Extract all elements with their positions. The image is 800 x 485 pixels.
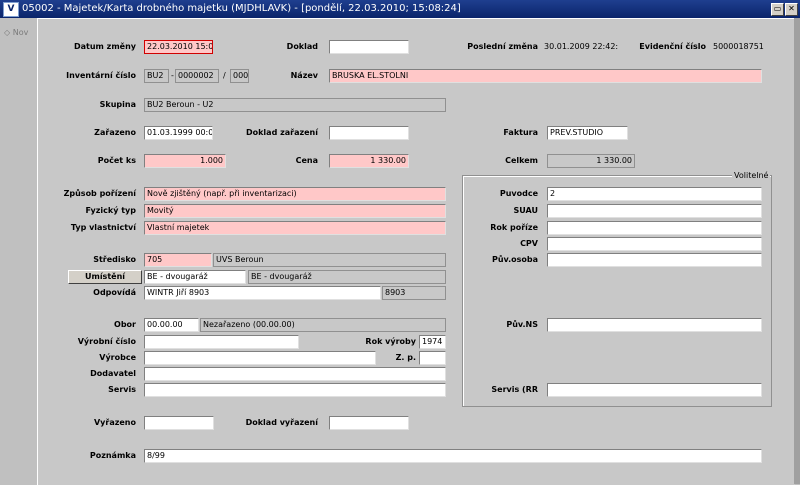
fyzicky-typ-field[interactable]: Movitý — [144, 204, 446, 218]
fyzicky-typ-label: Fyzický typ — [85, 206, 136, 215]
window-edge — [794, 18, 800, 484]
puv-osoba-label: Pův.osoba — [491, 255, 538, 264]
nazev-field[interactable]: BRUSKA EL.STOLNI — [329, 69, 762, 83]
puvodce-label: Puvodce — [499, 189, 538, 198]
zarazeno-field[interactable]: 01.03.1999 00:00: — [144, 126, 213, 140]
celkem-label: Celkem — [505, 156, 538, 165]
odpovida-code-field: 8903 — [382, 286, 446, 300]
cpv-label: CPV — [520, 239, 538, 248]
servis-label: Servis — [108, 385, 136, 394]
doklad-field[interactable] — [329, 40, 409, 54]
typ-vlastnictvi-field[interactable]: Vlastní majetek — [144, 221, 446, 235]
servis-field[interactable] — [144, 383, 446, 397]
evidencni-cislo-value: 5000018751 — [713, 42, 764, 51]
inventarni-cislo-part3: 000 — [230, 69, 249, 83]
inventarni-cislo-part2: 0000002 — [175, 69, 219, 83]
cpv-field[interactable] — [547, 237, 762, 251]
app-logo-icon: V — [3, 2, 19, 17]
skupina-label: Skupina — [99, 100, 136, 109]
new-icon: ◇ — [4, 28, 11, 37]
posledni-zmena-value: 30.01.2009 22:42: — [544, 42, 619, 51]
rok-porize-label: Rok poříze — [490, 223, 538, 232]
rok-vyroby-label: Rok výroby — [365, 337, 416, 346]
inventarni-cislo-label: Inventární číslo — [66, 71, 136, 80]
dodavatel-label: Dodavatel — [90, 369, 136, 378]
suau-field[interactable] — [547, 204, 762, 218]
doklad-label: Doklad — [286, 42, 318, 51]
doklad-vyrazeni-label: Doklad vyřazení — [245, 418, 318, 427]
servis-rr-label: Servis (RR — [491, 385, 538, 394]
doklad-vyrazeni-field[interactable] — [329, 416, 409, 430]
asset-card-form: Datum změny 22.03.2010 15:08 Doklad Posl… — [37, 18, 795, 485]
puv-ns-field[interactable] — [547, 318, 762, 332]
stredisko-label: Středisko — [93, 255, 136, 264]
puvodce-field[interactable]: 2 — [547, 187, 762, 201]
rok-vyroby-field[interactable]: 1974 — [419, 335, 446, 349]
vyrobce-field[interactable] — [144, 351, 376, 365]
skupina-field: BU2 Beroun - U2 — [144, 98, 446, 112]
restore-button[interactable]: ▭ — [771, 3, 784, 16]
rok-porize-field[interactable] — [547, 221, 762, 235]
zpusob-porizeni-label: Způsob pořízení — [63, 189, 136, 198]
obor-label: Obor — [114, 320, 136, 329]
vyrobni-cislo-label: Výrobní číslo — [77, 337, 136, 346]
window-title: 05002 - Majetek/Karta drobného majetku (… — [22, 3, 461, 14]
cena-label: Cena — [295, 156, 318, 165]
typ-vlastnictvi-label: Typ vlastnictví — [70, 223, 136, 232]
inventarni-cislo-part1: BU2 — [144, 69, 169, 83]
pocet-ks-label: Počet ks — [97, 156, 136, 165]
vyrazeno-field[interactable] — [144, 416, 214, 430]
nazev-label: Název — [290, 71, 318, 80]
close-button[interactable]: ✕ — [785, 3, 798, 16]
left-toolbar: ◇ Nov — [0, 18, 36, 484]
vyrobni-cislo-field[interactable] — [144, 335, 299, 349]
obor-name-field: Nezařazeno (00.00.00) — [200, 318, 446, 332]
puv-osoba-field[interactable] — [547, 253, 762, 267]
umisteni-button[interactable]: Umístění — [68, 270, 142, 284]
posledni-zmena-label: Poslední změna — [467, 42, 538, 51]
doklad-zarazeni-field[interactable] — [329, 126, 409, 140]
datum-zmeny-field[interactable]: 22.03.2010 15:08 — [144, 40, 213, 54]
puv-ns-label: Pův.NS — [506, 320, 538, 329]
umisteni-field[interactable]: BE - dvougaráž — [144, 270, 246, 284]
new-label: Nov — [12, 28, 29, 37]
evidencni-cislo-label: Evidenční číslo — [639, 42, 706, 51]
zpusob-porizeni-field[interactable]: Nově zjištěný (např. při inventarizaci) — [144, 187, 446, 201]
title-bar: V 05002 - Majetek/Karta drobného majetku… — [0, 0, 800, 18]
celkem-field: 1 330.00 — [547, 154, 635, 168]
inventarni-cislo-separator: - — [171, 71, 174, 80]
dodavatel-field[interactable] — [144, 367, 446, 381]
odpovida-label: Odpovídá — [93, 288, 136, 297]
inventarni-cislo-slash: / — [223, 71, 226, 80]
stredisko-name-field: UVS Beroun — [213, 253, 446, 267]
zp-field[interactable] — [419, 351, 446, 365]
optional-group-title: Volitelné — [732, 171, 771, 180]
cena-field[interactable]: 1 330.00 — [329, 154, 409, 168]
obor-code-field[interactable]: 00.00.00 — [144, 318, 199, 332]
vyrazeno-label: Vyřazeno — [93, 418, 136, 427]
stredisko-code-field[interactable]: 705 — [144, 253, 212, 267]
suau-label: SUAU — [513, 206, 538, 215]
faktura-label: Faktura — [503, 128, 538, 137]
pocet-ks-field[interactable]: 1.000 — [144, 154, 226, 168]
zarazeno-label: Zařazeno — [94, 128, 136, 137]
new-record-button[interactable]: ◇ Nov — [4, 28, 28, 37]
doklad-zarazeni-label: Doklad zařazení — [245, 128, 318, 137]
poznamka-field[interactable]: 8/99 — [144, 449, 762, 463]
umisteni-name-field: BE - dvougaráž — [248, 270, 446, 284]
odpovida-field[interactable]: WINTR Jiří 8903 — [144, 286, 381, 300]
poznamka-label: Poznámka — [89, 451, 136, 460]
faktura-field[interactable]: PREV.STUDIO — [547, 126, 628, 140]
servis-rr-field[interactable] — [547, 383, 762, 397]
datum-zmeny-label: Datum změny — [73, 42, 136, 51]
vyrobce-label: Výrobce — [99, 353, 136, 362]
zp-label: Z. p. — [395, 353, 416, 362]
